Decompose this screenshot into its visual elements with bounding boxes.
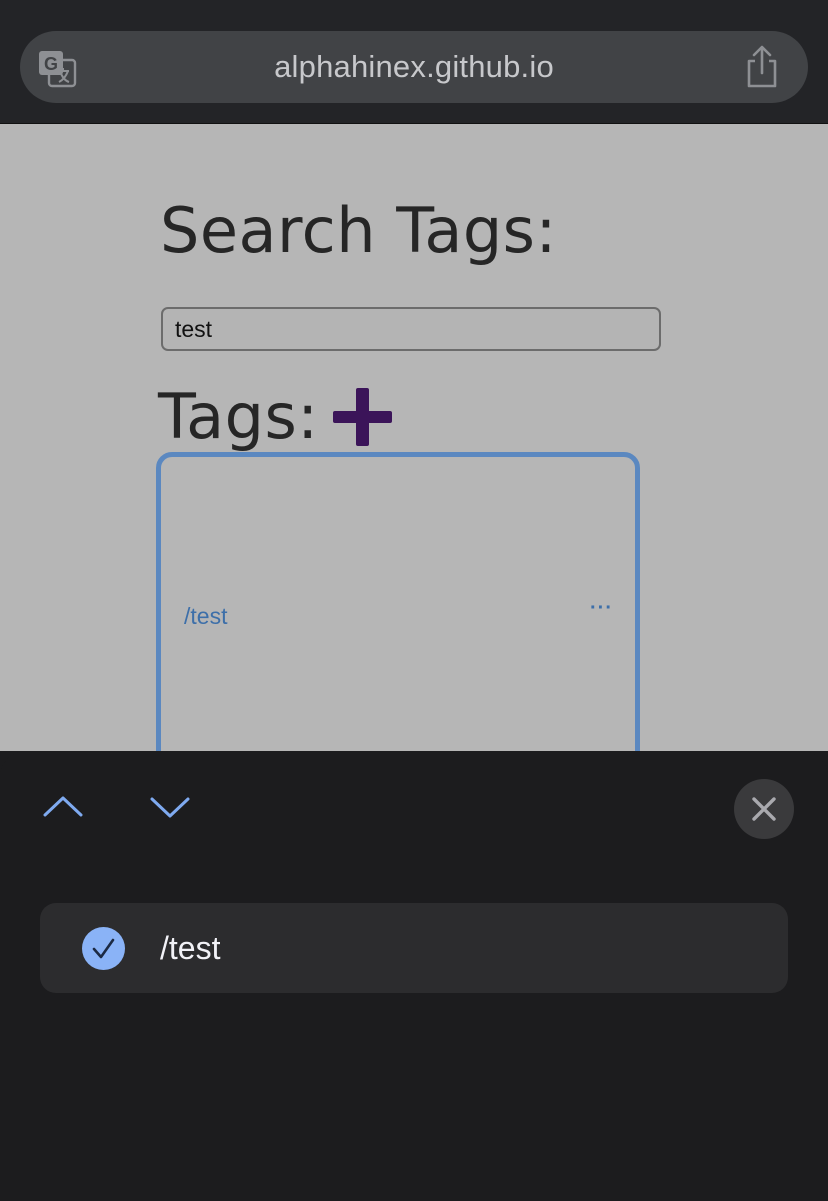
web-content: Search Tags: Tags: /test ··· xyxy=(0,124,828,751)
address-bar[interactable]: G alphahinex.github.io xyxy=(20,31,808,103)
more-options-button[interactable]: ··· xyxy=(590,597,613,620)
tag-card[interactable]: /test ··· xyxy=(156,452,640,751)
search-input[interactable] xyxy=(161,307,661,351)
chevron-up-icon[interactable] xyxy=(41,787,85,827)
close-icon xyxy=(752,797,776,821)
browser-toolbar: G alphahinex.github.io xyxy=(0,0,828,124)
url-text[interactable]: alphahinex.github.io xyxy=(20,31,808,103)
plus-icon[interactable] xyxy=(333,388,393,446)
close-button[interactable] xyxy=(734,779,794,839)
share-icon[interactable] xyxy=(744,45,780,89)
find-result-item[interactable]: /test xyxy=(40,903,788,993)
tags-heading: Tags: xyxy=(158,380,319,453)
tag-link[interactable]: /test xyxy=(184,603,227,630)
find-on-page-sheet: /test xyxy=(0,751,828,1201)
chevron-down-icon[interactable] xyxy=(148,787,192,827)
screen: G alphahinex.github.io Search Tags: Tags… xyxy=(0,0,828,1201)
find-result-text: /test xyxy=(160,930,221,966)
page-title: Search Tags: xyxy=(160,194,557,267)
checkmark-icon xyxy=(82,927,125,970)
